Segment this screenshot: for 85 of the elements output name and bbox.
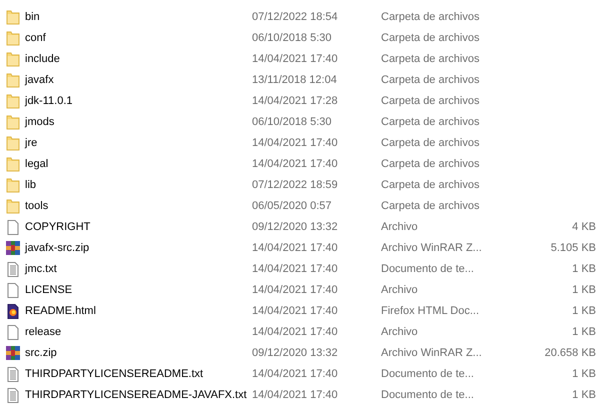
file-name[interactable]: COPYRIGHT (25, 220, 90, 232)
folder-icon (5, 8, 21, 24)
file-size: 1 KB (572, 304, 596, 316)
modified-date: 14/04/2021 17:40 (252, 158, 338, 170)
modified-date: 09/12/2020 13:32 (252, 346, 338, 358)
file-type: Carpeta de archivos (381, 94, 480, 106)
file-name[interactable]: README.html (25, 304, 96, 316)
file-name[interactable]: jmc.txt (25, 262, 57, 274)
file-type: Carpeta de archivos (381, 32, 480, 44)
file-type: Carpeta de archivos (381, 136, 480, 148)
folder-icon (5, 92, 21, 108)
folder-icon (5, 114, 21, 130)
file-name[interactable]: conf (25, 32, 46, 44)
archive-icon (5, 344, 21, 360)
file-size: 1 KB (572, 388, 596, 400)
modified-date: 14/04/2021 17:40 (252, 326, 338, 338)
modified-date: 07/12/2022 18:54 (252, 10, 338, 22)
modified-date: 09/12/2020 13:32 (252, 220, 338, 232)
file-name[interactable]: include (25, 52, 60, 64)
modified-date: 06/10/2018 5:30 (252, 116, 332, 128)
file-type: Carpeta de archivos (381, 178, 480, 190)
file-icon (5, 282, 21, 298)
modified-date: 14/04/2021 17:40 (252, 388, 338, 400)
file-size: 4 KB (572, 220, 596, 232)
modified-date: 14/04/2021 17:40 (252, 262, 338, 274)
file-type: Archivo (381, 220, 418, 232)
file-type: Carpeta de archivos (381, 158, 480, 170)
file-type: Archivo (381, 326, 418, 338)
file-type: Documento de te... (381, 368, 474, 380)
file-type: Archivo (381, 284, 418, 296)
folder-icon (5, 30, 21, 46)
file-type: Carpeta de archivos (381, 10, 480, 22)
file-name[interactable]: lib (25, 178, 36, 190)
modified-date: 14/04/2021 17:40 (252, 242, 338, 254)
file-name[interactable]: tools (25, 200, 48, 212)
file-size: 1 KB (572, 262, 596, 274)
text-file-icon (5, 366, 21, 382)
folder-icon (5, 198, 21, 214)
modified-date: 14/04/2021 17:40 (252, 304, 338, 316)
folder-icon (5, 50, 21, 66)
file-icon (5, 218, 21, 234)
modified-date: 07/12/2022 18:59 (252, 178, 338, 190)
file-type: Carpeta de archivos (381, 116, 480, 128)
file-name[interactable]: THIRDPARTYLICENSEREADME-JAVAFX.txt (25, 388, 247, 400)
file-name[interactable]: jre (25, 136, 38, 148)
file-name[interactable]: javafx-src.zip (25, 242, 90, 254)
file-name[interactable]: legal (25, 158, 48, 170)
modified-date: 14/04/2021 17:28 (252, 94, 338, 106)
file-type: Firefox HTML Doc... (381, 304, 479, 316)
modified-date: 06/05/2020 0:57 (252, 200, 332, 212)
file-type: Documento de te... (381, 388, 474, 400)
archive-icon (5, 240, 21, 256)
html-file-icon (5, 302, 21, 318)
file-type: Carpeta de archivos (381, 52, 480, 64)
modified-date: 14/04/2021 17:40 (252, 368, 338, 380)
file-size: 5.105 KB (550, 242, 596, 254)
file-type: Archivo WinRAR Z... (381, 242, 482, 254)
file-type: Carpeta de archivos (381, 200, 480, 212)
file-name[interactable]: bin (25, 10, 40, 22)
folder-icon (5, 176, 21, 192)
file-name[interactable]: release (25, 326, 62, 338)
file-name[interactable]: THIRDPARTYLICENSEREADME.txt (25, 368, 204, 380)
file-name[interactable]: jdk-11.0.1 (25, 94, 72, 106)
file-size: 20.658 KB (544, 346, 596, 358)
folder-icon (5, 156, 21, 172)
modified-date: 14/04/2021 17:40 (252, 136, 338, 148)
file-type: Archivo WinRAR Z... (381, 346, 482, 358)
file-type: Documento de te... (381, 262, 474, 274)
text-file-icon (5, 260, 21, 276)
text-file-icon (5, 386, 21, 402)
file-name[interactable]: LICENSE (25, 284, 72, 296)
file-size: 1 KB (572, 326, 596, 338)
modified-date: 13/11/2018 12:04 (252, 74, 337, 86)
modified-date: 06/10/2018 5:30 (252, 32, 332, 44)
file-name[interactable]: jmods (25, 116, 54, 128)
file-icon (5, 324, 21, 340)
file-type: Carpeta de archivos (381, 74, 480, 86)
modified-date: 14/04/2021 17:40 (252, 284, 338, 296)
file-name[interactable]: javafx (25, 74, 54, 86)
file-size: 1 KB (572, 284, 596, 296)
folder-icon (5, 134, 21, 150)
folder-icon (5, 72, 21, 88)
file-size: 1 KB (572, 368, 596, 380)
file-name[interactable]: src.zip (25, 346, 57, 358)
modified-date: 14/04/2021 17:40 (252, 52, 338, 64)
